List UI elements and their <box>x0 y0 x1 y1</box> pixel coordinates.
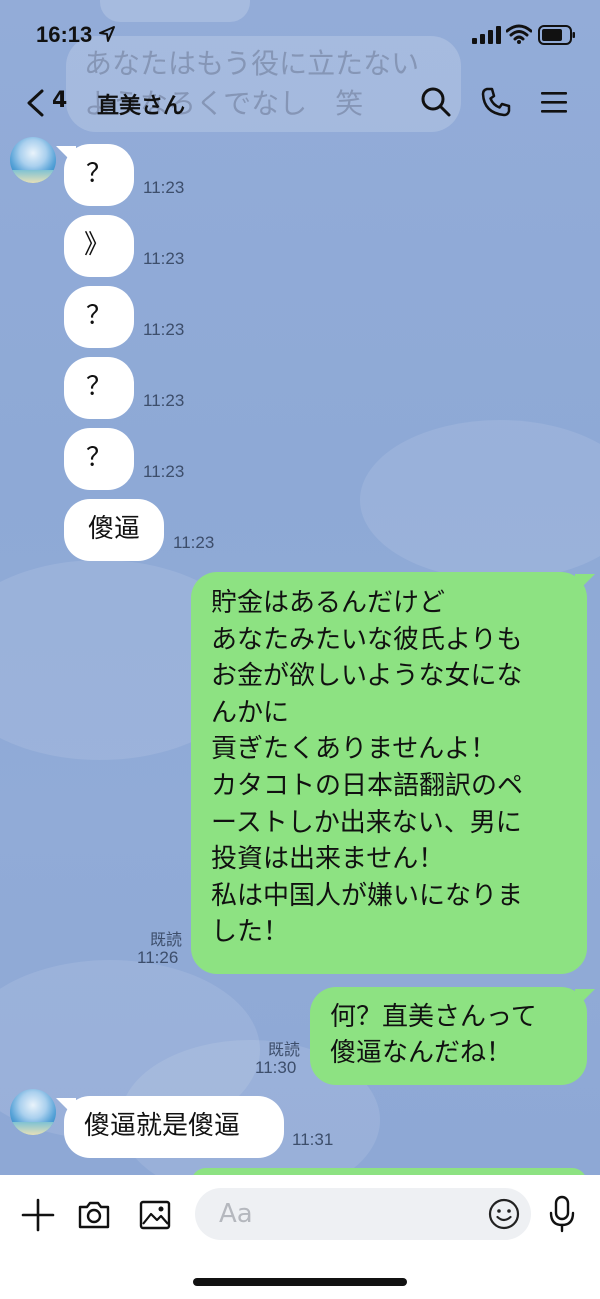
message-text: 貯金はあるんだけど あなたみたいな彼氏よりも お金が欲しいような女にな んかに … <box>211 588 524 948</box>
message-time: 11:23 <box>143 178 185 197</box>
plus-icon[interactable] <box>20 1197 56 1233</box>
camera-icon[interactable] <box>76 1197 112 1233</box>
message-text: 何？直美さんって 傻逼なんだね！ <box>330 1002 537 1068</box>
location-arrow-icon <box>99 26 115 42</box>
home-indicator <box>193 1278 407 1286</box>
message-time: 11:30 <box>255 1058 297 1077</box>
chat-title: 直美さん <box>97 94 186 119</box>
avatar[interactable] <box>10 137 56 183</box>
cellular-signal-icon <box>472 26 501 44</box>
message-text: ？ <box>85 301 112 331</box>
message-time: 11:31 <box>292 1130 334 1149</box>
message-text: 傻逼就是傻逼 <box>84 1111 241 1141</box>
message-time: 11:23 <box>173 533 215 552</box>
read-receipt: 既読 <box>149 930 182 949</box>
message-time: 11:23 <box>143 462 185 481</box>
microphone-icon[interactable] <box>546 1195 578 1233</box>
message-time: 11:26 <box>137 948 179 967</box>
message-time: 11:23 <box>143 320 185 339</box>
read-receipt: 既読 <box>267 1040 300 1059</box>
message-bubble-outgoing[interactable]: 貯金はあるんだけど あなたみたいな彼氏よりも お金が欲しいような女にな んかに … <box>191 572 587 974</box>
message-bubble-incoming[interactable]: 》 <box>64 215 134 277</box>
message-text: 》 <box>84 230 111 260</box>
message-bubble-incoming[interactable]: 傻逼 <box>64 499 164 561</box>
phone-icon[interactable] <box>480 86 512 118</box>
avatar[interactable] <box>10 1089 56 1135</box>
menu-icon[interactable] <box>540 88 568 116</box>
search-icon[interactable] <box>420 86 452 118</box>
wifi-icon <box>506 24 532 44</box>
message-bubble-incoming[interactable]: ？ <box>64 286 134 348</box>
message-time: 11:23 <box>143 249 185 268</box>
message-bubble-incoming[interactable]: 傻逼就是傻逼 <box>64 1096 284 1158</box>
battery-icon <box>538 25 575 45</box>
message-bubble-outgoing[interactable]: 何？直美さんって 傻逼なんだね！ <box>310 987 587 1085</box>
message-bubble-incoming[interactable]: ？ <box>64 144 134 206</box>
status-bar: 16:13 <box>0 0 600 70</box>
status-time: 16:13 <box>36 22 93 47</box>
message-text: ？ <box>85 443 112 473</box>
image-icon[interactable] <box>137 1197 173 1233</box>
back-chevron-icon[interactable] <box>22 88 48 118</box>
input-placeholder: Aa <box>219 1199 253 1229</box>
message-bubble-incoming[interactable]: ？ <box>64 357 134 419</box>
message-input[interactable]: Aa <box>195 1188 531 1240</box>
message-text: ？ <box>85 372 112 402</box>
message-text: ？ <box>85 159 112 189</box>
input-bar: Aa <box>0 1175 600 1299</box>
message-bubble-incoming[interactable]: ？ <box>64 428 134 490</box>
message-time: 11:23 <box>143 391 185 410</box>
emoji-icon[interactable] <box>487 1197 521 1231</box>
chat-header: 4 直美さん <box>0 70 600 134</box>
unread-count[interactable]: 4 <box>52 88 67 113</box>
message-text: 傻逼 <box>87 514 140 544</box>
